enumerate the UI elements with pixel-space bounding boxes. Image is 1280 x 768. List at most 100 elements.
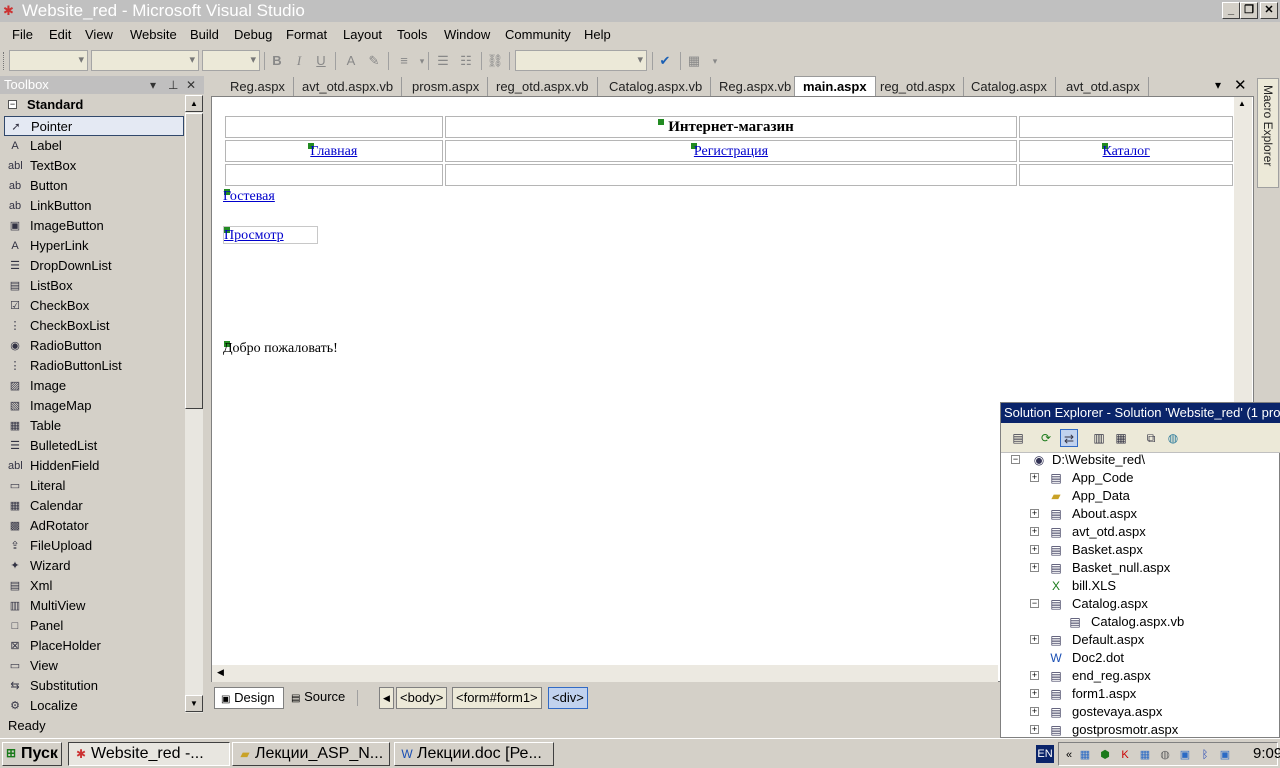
menu-window[interactable]: Window <box>444 24 490 46</box>
menu-tools[interactable]: Tools <box>397 24 427 46</box>
expand-icon[interactable]: + <box>1030 509 1039 518</box>
fore-color-icon[interactable]: A <box>342 52 360 70</box>
tree-node[interactable]: + ▤ form1.aspx <box>1001 685 1279 703</box>
tag-nav-left-icon[interactable]: ◀ <box>379 687 394 709</box>
table-cell[interactable]: Интернет-магазин <box>444 116 1018 138</box>
toolbox-item-imagemap[interactable]: ▧ ImageMap <box>4 396 184 416</box>
tree-node[interactable]: + ▤ About.aspx <box>1001 505 1279 523</box>
toolbox-item-fileupload[interactable]: ⇪ FileUpload <box>4 536 184 556</box>
font-name-combo[interactable] <box>91 50 199 71</box>
table-cell[interactable] <box>225 164 443 186</box>
tree-node[interactable]: + ▤ gostprosmotr.aspx <box>1001 721 1279 739</box>
toolbox-item-textbox[interactable]: abl TextBox <box>4 156 184 176</box>
toolbox-category-standard[interactable]: − Standard <box>4 96 184 114</box>
tree-node[interactable]: − ▤ Catalog.aspx <box>1001 595 1279 613</box>
menu-view[interactable]: View <box>85 24 113 46</box>
menu-layout[interactable]: Layout <box>343 24 382 46</box>
tag-form[interactable]: <form#form1> <box>452 687 542 709</box>
tree-node[interactable]: W Doc2.dot <box>1001 649 1279 667</box>
close-icon[interactable]: ✕ <box>1260 2 1278 19</box>
toolbox-item-radiobutton[interactable]: ◉ RadioButton <box>4 336 184 356</box>
tree-node[interactable]: + ▤ gostevaya.aspx <box>1001 703 1279 721</box>
restore-icon[interactable]: ❐ <box>1240 2 1258 19</box>
table-cell[interactable]: Регистрация <box>444 140 1018 162</box>
network-icon[interactable]: ▦ <box>1077 747 1093 763</box>
toolbox-item-table[interactable]: ▦ Table <box>4 416 184 436</box>
view-designer-icon[interactable]: ▦ <box>1112 429 1130 447</box>
task-visual-studio[interactable]: ✱ Website_red -... <box>68 742 230 766</box>
bulleted-list-icon[interactable]: ☰ <box>434 52 452 70</box>
tree-node[interactable]: + ▤ App_Code <box>1001 469 1279 487</box>
toolbox-item-xml[interactable]: ▤ Xml <box>4 576 184 596</box>
tree-root[interactable]: − ◉ D:\Website_red\ <box>1011 451 1279 469</box>
tree-node[interactable]: ▤ Catalog.aspx.vb <box>1001 613 1279 631</box>
toolbox-item-checkbox[interactable]: ☑ CheckBox <box>4 296 184 316</box>
collapse-icon[interactable]: − <box>1030 599 1039 608</box>
toolbox-item-panel[interactable]: □ Panel <box>4 616 184 636</box>
tab-avt-otd-aspx-vb[interactable]: avt_otd.aspx.vb <box>294 77 403 96</box>
toolbox-item-calendar[interactable]: ▦ Calendar <box>4 496 184 516</box>
nav-link-catalog[interactable]: Каталог <box>1103 144 1150 159</box>
toolbox-item-imagebutton[interactable]: ▣ ImageButton <box>4 216 184 236</box>
expand-icon[interactable]: + <box>1030 707 1039 716</box>
scroll-thumb[interactable] <box>185 113 203 409</box>
tree-node[interactable]: + ▤ avt_otd.aspx <box>1001 523 1279 541</box>
task-word[interactable]: W Лекции.doc [Ре... <box>394 742 554 766</box>
link-view[interactable]: Просмотр <box>224 228 284 244</box>
toolbox-item-pointer[interactable]: ➚ Pointer <box>4 116 184 136</box>
table-cell[interactable] <box>1019 164 1233 186</box>
table-cell[interactable] <box>444 164 1018 186</box>
toolbox-item-substitution[interactable]: ⇆ Substitution <box>4 676 184 696</box>
display-icon[interactable]: ▣ <box>1177 747 1193 763</box>
expand-icon[interactable]: + <box>1030 725 1039 734</box>
tree-node[interactable]: + ▤ Basket_null.aspx <box>1001 559 1279 577</box>
scroll-left-icon[interactable]: ◀ <box>217 667 224 678</box>
tree-node[interactable]: ▰ App_Data <box>1001 487 1279 505</box>
numbered-list-icon[interactable]: ☷ <box>457 52 475 70</box>
properties-icon[interactable]: ▤ <box>1009 429 1027 447</box>
scroll-up-icon[interactable]: ▲ <box>1238 99 1246 108</box>
toolbox-item-view[interactable]: ▭ View <box>4 656 184 676</box>
tab-avt-otd-aspx[interactable]: avt_otd.aspx <box>1058 77 1149 96</box>
menu-community[interactable]: Community <box>505 24 571 46</box>
spell-check-icon[interactable]: ✔ <box>656 52 674 70</box>
toolbox-item-bulletedlist[interactable]: ☰ BulletedList <box>4 436 184 456</box>
table-cell[interactable] <box>225 116 443 138</box>
table-cell[interactable] <box>1019 116 1233 138</box>
menu-build[interactable]: Build <box>190 24 219 46</box>
font-size-combo[interactable] <box>202 50 260 71</box>
collapse-icon[interactable]: − <box>8 100 17 109</box>
expand-icon[interactable]: + <box>1030 689 1039 698</box>
bluetooth-icon[interactable]: ᛒ <box>1197 747 1213 763</box>
connection-icon[interactable]: ▦ <box>1137 747 1153 763</box>
design-view-button[interactable]: ▣ Design <box>214 687 284 709</box>
pin-icon[interactable]: ⊥ <box>168 76 178 94</box>
designer-horizontal-scrollbar[interactable]: ◀ <box>212 665 998 682</box>
tab-main-aspx[interactable]: main.aspx <box>794 76 876 96</box>
toolbox-item-multiview[interactable]: ▥ MultiView <box>4 596 184 616</box>
antivirus-icon[interactable]: K <box>1117 747 1133 763</box>
expand-icon[interactable]: + <box>1030 635 1039 644</box>
collapse-icon[interactable]: − <box>1011 455 1020 464</box>
tab-reg-otd-aspx[interactable]: reg_otd.aspx <box>872 77 965 96</box>
toolbox-item-listbox[interactable]: ▤ ListBox <box>4 276 184 296</box>
view-code-icon[interactable]: ▥ <box>1090 429 1108 447</box>
back-color-icon[interactable]: ✎ <box>365 52 383 70</box>
close-document-icon[interactable]: ✕ <box>1234 76 1247 94</box>
expand-icon[interactable]: + <box>1030 671 1039 680</box>
tab-list-icon[interactable]: ▾ <box>1215 78 1221 92</box>
tab-catalog-aspx-vb[interactable]: Catalog.aspx.vb <box>601 77 712 96</box>
style-combo[interactable] <box>515 50 647 71</box>
toolbox-item-label[interactable]: A Label <box>4 136 184 156</box>
toolbox-item-hyperlink[interactable]: A HyperLink <box>4 236 184 256</box>
toolbox-item-adrotator[interactable]: ▩ AdRotator <box>4 516 184 536</box>
hyperlink-icon[interactable]: ⛓ <box>486 52 504 70</box>
tab-catalog-aspx[interactable]: Catalog.aspx <box>963 77 1056 96</box>
toolbox-item-checkboxlist[interactable]: ⋮ CheckBoxList <box>4 316 184 336</box>
task-folder[interactable]: ▰ Лекции_ASP_N... <box>232 742 390 766</box>
nav-link-register[interactable]: Регистрация <box>694 144 768 159</box>
expand-icon[interactable]: + <box>1030 563 1039 572</box>
toolbox-item-dropdownlist[interactable]: ☰ DropDownList <box>4 256 184 276</box>
close-icon[interactable]: ✕ <box>186 76 196 94</box>
start-button[interactable]: ⊞ Пуск <box>2 742 62 766</box>
